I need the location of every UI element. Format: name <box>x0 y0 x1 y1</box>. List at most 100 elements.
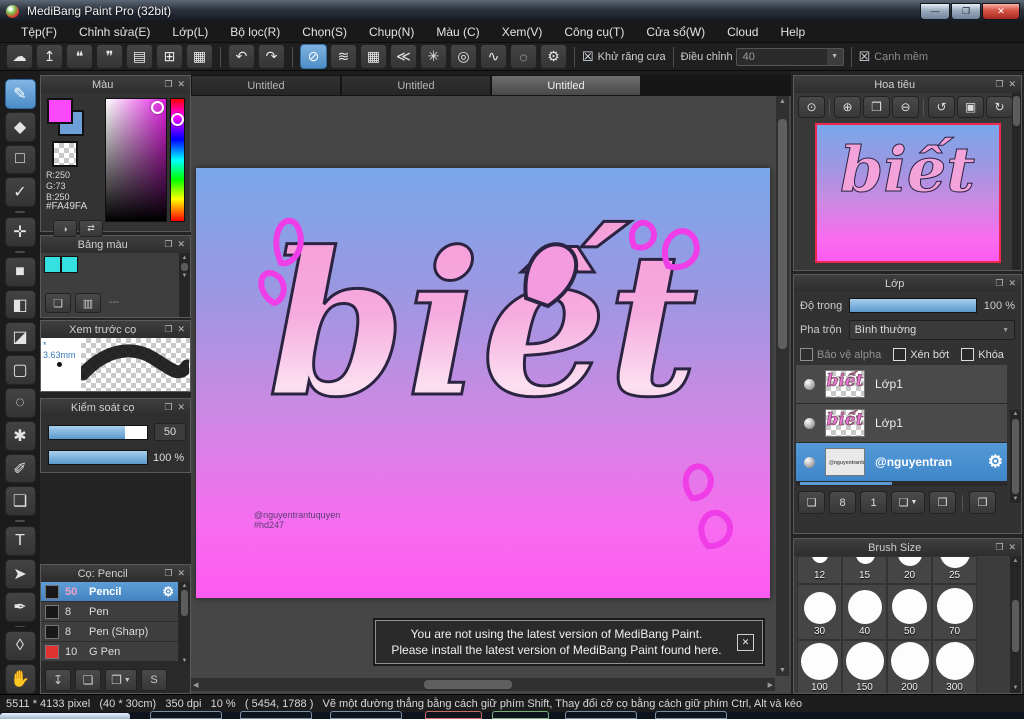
close-icon[interactable]: ✕ <box>1008 79 1016 90</box>
undo-button[interactable]: ↶ <box>228 44 255 69</box>
taskbar-segment[interactable] <box>492 711 549 719</box>
menu-help[interactable]: Help <box>769 25 816 39</box>
rotate-ccw-button[interactable]: ↺ <box>928 96 955 118</box>
taskbar-segment[interactable] <box>565 711 637 719</box>
grid-edit-button[interactable]: ▦ <box>186 44 213 69</box>
menu-window[interactable]: Cửa sổ(W) <box>635 25 716 39</box>
popout-icon[interactable]: ❐ <box>164 324 172 335</box>
scroll-up-icon[interactable]: ▲ <box>180 253 190 263</box>
adjust-dropdown[interactable]: 40 ▼ <box>735 47 844 66</box>
taskbar-segment[interactable] <box>0 713 130 719</box>
palette-scrollbar[interactable]: ▲ ▼ <box>179 253 190 317</box>
brush-opacity-slider[interactable] <box>48 450 148 465</box>
select-pen-tool[interactable]: ✐ <box>4 453 36 484</box>
notes-button[interactable]: ❞ <box>96 44 123 69</box>
menu-edit[interactable]: Chỉnh sửa(E) <box>68 25 161 39</box>
taskbar-segment[interactable] <box>330 711 402 719</box>
hand-tool[interactable]: ✋ <box>4 664 36 695</box>
brush-size-option[interactable]: 15 <box>842 556 887 584</box>
menu-tools[interactable]: Công cụ(T) <box>553 25 635 39</box>
radial-snap-button[interactable]: ✳ <box>420 44 447 69</box>
brush-size-header[interactable]: Brush Size ❐ ✕ <box>794 539 1021 556</box>
brush-row-pen-sharp[interactable]: 8 Pen (Sharp) <box>41 622 178 642</box>
popout-icon[interactable]: ❐ <box>995 278 1003 289</box>
circle-snap-button[interactable]: ◎ <box>450 44 477 69</box>
add-layer-menu-button[interactable]: ❏ ▼ <box>891 491 925 514</box>
saturation-value-picker[interactable] <box>105 98 167 222</box>
bucket-tool[interactable]: ◧ <box>4 289 36 320</box>
brush-row-pen[interactable]: 8 Pen <box>41 602 178 622</box>
layer-visibility-toggle[interactable] <box>804 417 815 429</box>
zoom-out-button[interactable]: ⊖ <box>892 96 919 118</box>
duplicate-layer-button[interactable]: ❐ <box>969 491 996 514</box>
brush-cloud-download-button[interactable]: ↧ <box>45 669 71 691</box>
polyline-tool[interactable]: ✓ <box>4 177 36 208</box>
scroll-down-icon[interactable]: ▼ <box>777 665 788 676</box>
brush-row-pencil[interactable]: 50 Pencil ⚙ <box>41 582 178 602</box>
close-button[interactable]: ✕ <box>982 2 1020 20</box>
magic-wand-tool[interactable]: ✱ <box>4 420 36 451</box>
brush-list-header[interactable]: Cọ: Pencil ❐ ✕ <box>41 565 190 582</box>
new-layer-button[interactable]: ❏ <box>798 491 825 514</box>
publish-button[interactable]: ↥ <box>36 44 63 69</box>
scroll-up-icon[interactable]: ▲ <box>1011 556 1021 566</box>
close-icon[interactable]: ✕ <box>177 324 185 335</box>
scroll-thumb[interactable] <box>181 263 188 271</box>
document-tab[interactable]: Untitled <box>191 75 341 96</box>
scroll-thumb[interactable] <box>424 680 513 689</box>
layer-row-selected[interactable]: @nguyentrantuquyen @nguyentran ⚙ <box>796 443 1007 482</box>
menu-layer[interactable]: Lớp(L) <box>161 25 219 39</box>
gear-icon[interactable]: ⚙ <box>162 584 174 600</box>
menu-file[interactable]: Tệp(F) <box>10 25 68 39</box>
brush-list-scrollbar[interactable]: ▲ ▼ <box>179 582 190 665</box>
brush-size-option[interactable]: 100 <box>797 640 842 693</box>
pen-tool[interactable]: ✒ <box>4 591 36 622</box>
new-folder-button[interactable]: ❒ <box>929 491 956 514</box>
notification-close-button[interactable]: ✕ <box>737 633 754 651</box>
soft-edge-checkbox[interactable]: ☒ Cạnh mềm <box>859 50 928 63</box>
brush-control-header[interactable]: Kiểm soát cọ ❐ ✕ <box>41 399 190 416</box>
popout-icon[interactable]: ❐ <box>164 568 172 579</box>
vertical-scrollbar[interactable]: ▲ ▼ <box>776 96 789 676</box>
close-icon[interactable]: ✕ <box>177 239 185 250</box>
brush-script-button[interactable]: S <box>141 669 167 691</box>
scroll-left-icon[interactable]: ◀ <box>191 679 200 691</box>
palette-delete-button[interactable]: ▥ <box>75 293 101 313</box>
scroll-up-icon[interactable]: ▲ <box>181 582 189 590</box>
new-8bit-layer-button[interactable]: 8 <box>829 491 856 514</box>
menu-select[interactable]: Chọn(S) <box>291 25 358 39</box>
lock-checkbox[interactable]: Khóa <box>961 348 1004 361</box>
ellipse-snap-button[interactable]: ◌ <box>510 44 537 69</box>
close-icon[interactable]: ✕ <box>177 402 185 413</box>
scroll-thumb[interactable] <box>1012 419 1019 494</box>
select-tool[interactable]: ▢ <box>4 355 36 386</box>
gradient-tool[interactable]: ◪ <box>4 322 36 353</box>
protect-alpha-checkbox[interactable]: Bảo vệ alpha <box>800 348 881 361</box>
scroll-down-icon[interactable]: ▼ <box>1012 495 1020 503</box>
grid-snap-button[interactable]: ▦ <box>360 44 387 69</box>
menu-snap[interactable]: Chụp(N) <box>358 25 425 39</box>
layers-scrollbar[interactable]: ▲ ▼ <box>1010 410 1021 503</box>
scroll-thumb[interactable] <box>1013 96 1020 126</box>
snap-settings-button[interactable]: ⚙ <box>540 44 567 69</box>
title-bar[interactable]: MediBang Paint Pro (32bit) — ❐ ✕ <box>0 0 1024 23</box>
scroll-right-icon[interactable]: ▶ <box>766 679 775 691</box>
brush-add-button[interactable]: ❏ <box>75 669 101 691</box>
brush-size-option[interactable]: 300 <box>932 640 977 693</box>
artwork-canvas[interactable]: biết @nguyentrantuquyen #hd247 <box>196 168 770 598</box>
scroll-down-icon[interactable]: ▼ <box>180 271 190 281</box>
menu-filter[interactable]: Bộ lọc(R) <box>219 25 291 39</box>
brush-tool[interactable]: ✎ <box>4 79 36 109</box>
document-tab-active[interactable]: Untitled <box>491 75 641 96</box>
rotate-reset-button[interactable]: ▣ <box>957 96 984 118</box>
new-1bit-layer-button[interactable]: 1 <box>860 491 887 514</box>
gear-icon[interactable]: ⚙ <box>988 452 1003 472</box>
color-wheel-button[interactable]: ◑ <box>53 220 77 237</box>
popout-icon[interactable]: ❐ <box>164 239 172 250</box>
scroll-thumb[interactable] <box>181 590 188 616</box>
eraser-tool[interactable]: ◆ <box>4 111 36 142</box>
close-icon[interactable]: ✕ <box>177 79 185 90</box>
brush-size-option[interactable]: 70 <box>932 584 977 640</box>
correction-off-button[interactable]: ⊘ <box>300 44 327 69</box>
brush-row-gpen[interactable]: 10 G Pen <box>41 642 178 662</box>
